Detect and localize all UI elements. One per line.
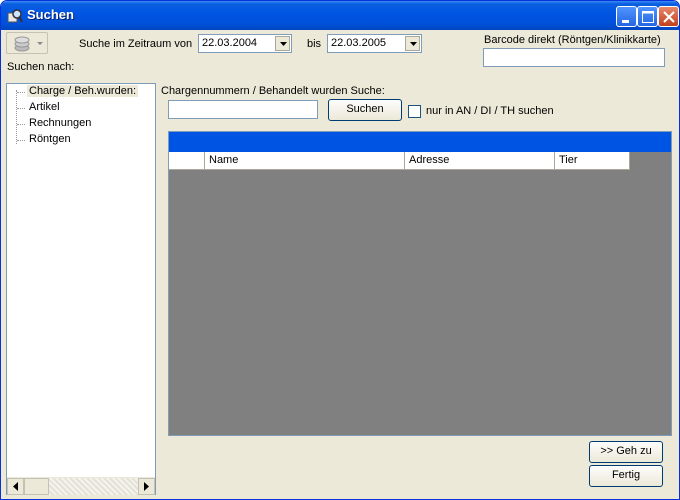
- title-bar[interactable]: Suchen: [1, 1, 679, 30]
- barcode-label: Barcode direkt (Röntgen/Klinikkarte): [484, 34, 661, 46]
- close-icon: [663, 11, 675, 23]
- tree-connector: [17, 92, 25, 93]
- done-button[interactable]: Fertig: [589, 465, 663, 487]
- minimize-icon: [622, 20, 629, 23]
- arrow-right-icon: [144, 482, 149, 491]
- tree-item-artikel[interactable]: Artikel: [27, 101, 62, 113]
- chevron-down-icon: [410, 42, 417, 46]
- tree-connector: [17, 108, 25, 109]
- column-header-name[interactable]: Name: [205, 152, 405, 170]
- search-app-icon: [7, 9, 23, 23]
- tree-connector: [17, 140, 25, 141]
- maximize-icon: [642, 11, 654, 23]
- date-to-combo[interactable]: 22.03.2005: [327, 34, 422, 53]
- search-by-label: Suchen nach:: [7, 61, 75, 73]
- until-label: bis: [307, 38, 322, 50]
- charge-search-label: Chargennummern / Behandelt wurden Suche:: [161, 85, 385, 97]
- stack-icon: [14, 36, 43, 52]
- maximize-button[interactable]: [637, 6, 658, 27]
- results-grid[interactable]: Name Adresse Tier: [168, 131, 672, 436]
- date-from-value: 22.03.2004: [202, 37, 258, 49]
- charge-search-input[interactable]: [168, 100, 318, 119]
- close-button[interactable]: [658, 6, 679, 27]
- search-button[interactable]: Suchen: [328, 99, 402, 121]
- date-from-combo[interactable]: 22.03.2004: [198, 34, 292, 53]
- minimize-button[interactable]: [616, 6, 637, 27]
- date-to-value: 22.03.2005: [331, 37, 387, 49]
- date-to-dropdown-button[interactable]: [405, 36, 420, 51]
- grid-row-header-corner[interactable]: [169, 152, 205, 170]
- barcode-input[interactable]: [483, 48, 665, 67]
- window-title: Suchen: [27, 7, 74, 22]
- chevron-down-icon: [280, 42, 287, 46]
- scroll-track[interactable]: [49, 478, 138, 495]
- client-area: Suche im Zeitraum von 22.03.2004 bis 22.…: [4, 30, 676, 497]
- tree-item-charge[interactable]: Charge / Beh.wurden:: [27, 85, 139, 97]
- column-header-adresse[interactable]: Adresse: [405, 152, 555, 170]
- tree-item-roentgen[interactable]: Röntgen: [27, 133, 73, 145]
- scroll-thumb[interactable]: [24, 478, 49, 495]
- search-category-tree[interactable]: Charge / Beh.wurden: Artikel Rechnungen …: [6, 83, 156, 495]
- tree-connector: [16, 90, 17, 144]
- scroll-right-button[interactable]: [138, 478, 155, 495]
- date-from-dropdown-button[interactable]: [275, 36, 290, 51]
- search-button-label: Suchen: [346, 103, 384, 115]
- tree-item-rechnungen[interactable]: Rechnungen: [27, 117, 93, 129]
- grid-caption-bar: [169, 132, 671, 152]
- done-button-label: Fertig: [611, 469, 641, 481]
- stack-dropdown-button[interactable]: [6, 32, 48, 54]
- scroll-left-button[interactable]: [7, 478, 24, 495]
- goto-button-label: >> Geh zu: [600, 445, 652, 457]
- tree-horizontal-scrollbar[interactable]: [7, 477, 155, 495]
- period-label: Suche im Zeitraum von: [79, 38, 193, 50]
- search-window: Suchen Suche im Zeitraum von 22.03.2004: [0, 0, 680, 500]
- tree-connector: [17, 124, 25, 125]
- only-an-di-th-checkbox[interactable]: [408, 105, 421, 118]
- only-an-di-th-label: nur in AN / DI / TH suchen: [426, 105, 554, 117]
- arrow-left-icon: [13, 482, 18, 491]
- column-header-tier[interactable]: Tier: [555, 152, 630, 170]
- goto-button[interactable]: >> Geh zu: [589, 441, 663, 463]
